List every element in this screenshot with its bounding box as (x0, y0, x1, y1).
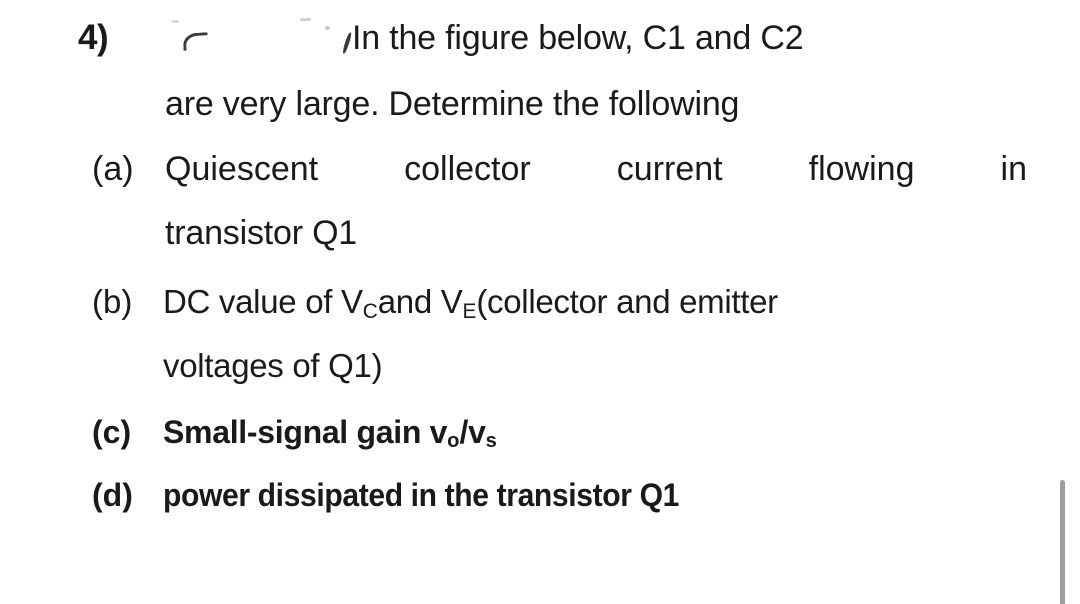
vs-subscript: s (485, 430, 497, 453)
page-edge-rule (1060, 480, 1065, 604)
item-c-slash: /v (459, 414, 486, 450)
item-b-text-after: (collector and emitter (476, 283, 778, 320)
item-c-text-before: Small-signal gain v (163, 414, 448, 450)
item-marker-c: (c) (92, 414, 132, 450)
item-marker-b: (b) (92, 283, 133, 320)
question-number: 4) (78, 18, 109, 57)
vo-subscript: o (447, 430, 460, 453)
intro-line-1: In the figure below, C1 and C2 (352, 19, 804, 57)
item-b-text-before-vc: DC value of V (163, 283, 363, 320)
item-a-line-2: transistor Q1 (165, 214, 358, 252)
item-b-line-1: DC value of VC and VE (collector and emi… (163, 283, 778, 323)
ve-subscript: E (462, 299, 477, 323)
handwritten-arc-mark-icon (182, 32, 209, 51)
item-a-line-1-text: Quiescent collector current flowing in (165, 150, 1027, 188)
item-b-line-2: voltages of Q1) (163, 347, 383, 384)
item-a-line-1: Quiescent collector current flowing in (165, 150, 1027, 189)
item-marker-d: (d) (92, 477, 133, 513)
intro-line-2: are very large. Determine the following (165, 85, 740, 123)
item-c-line-1: Small-signal gain v o/v s (163, 414, 497, 453)
item-marker-a: (a) (92, 150, 134, 188)
item-d-line-1: power dissipated in the transistor Q1 (163, 477, 679, 513)
scan-speck-icon (299, 17, 312, 22)
handwritten-comma-mark-icon (341, 32, 353, 54)
scan-speck-icon (172, 20, 179, 23)
item-b-text-between: and V (377, 283, 463, 320)
scan-speck-icon (325, 26, 330, 30)
document-page: 4) In the figure below, C1 and C2 are ve… (0, 0, 1080, 604)
vc-subscript: C (362, 299, 378, 323)
